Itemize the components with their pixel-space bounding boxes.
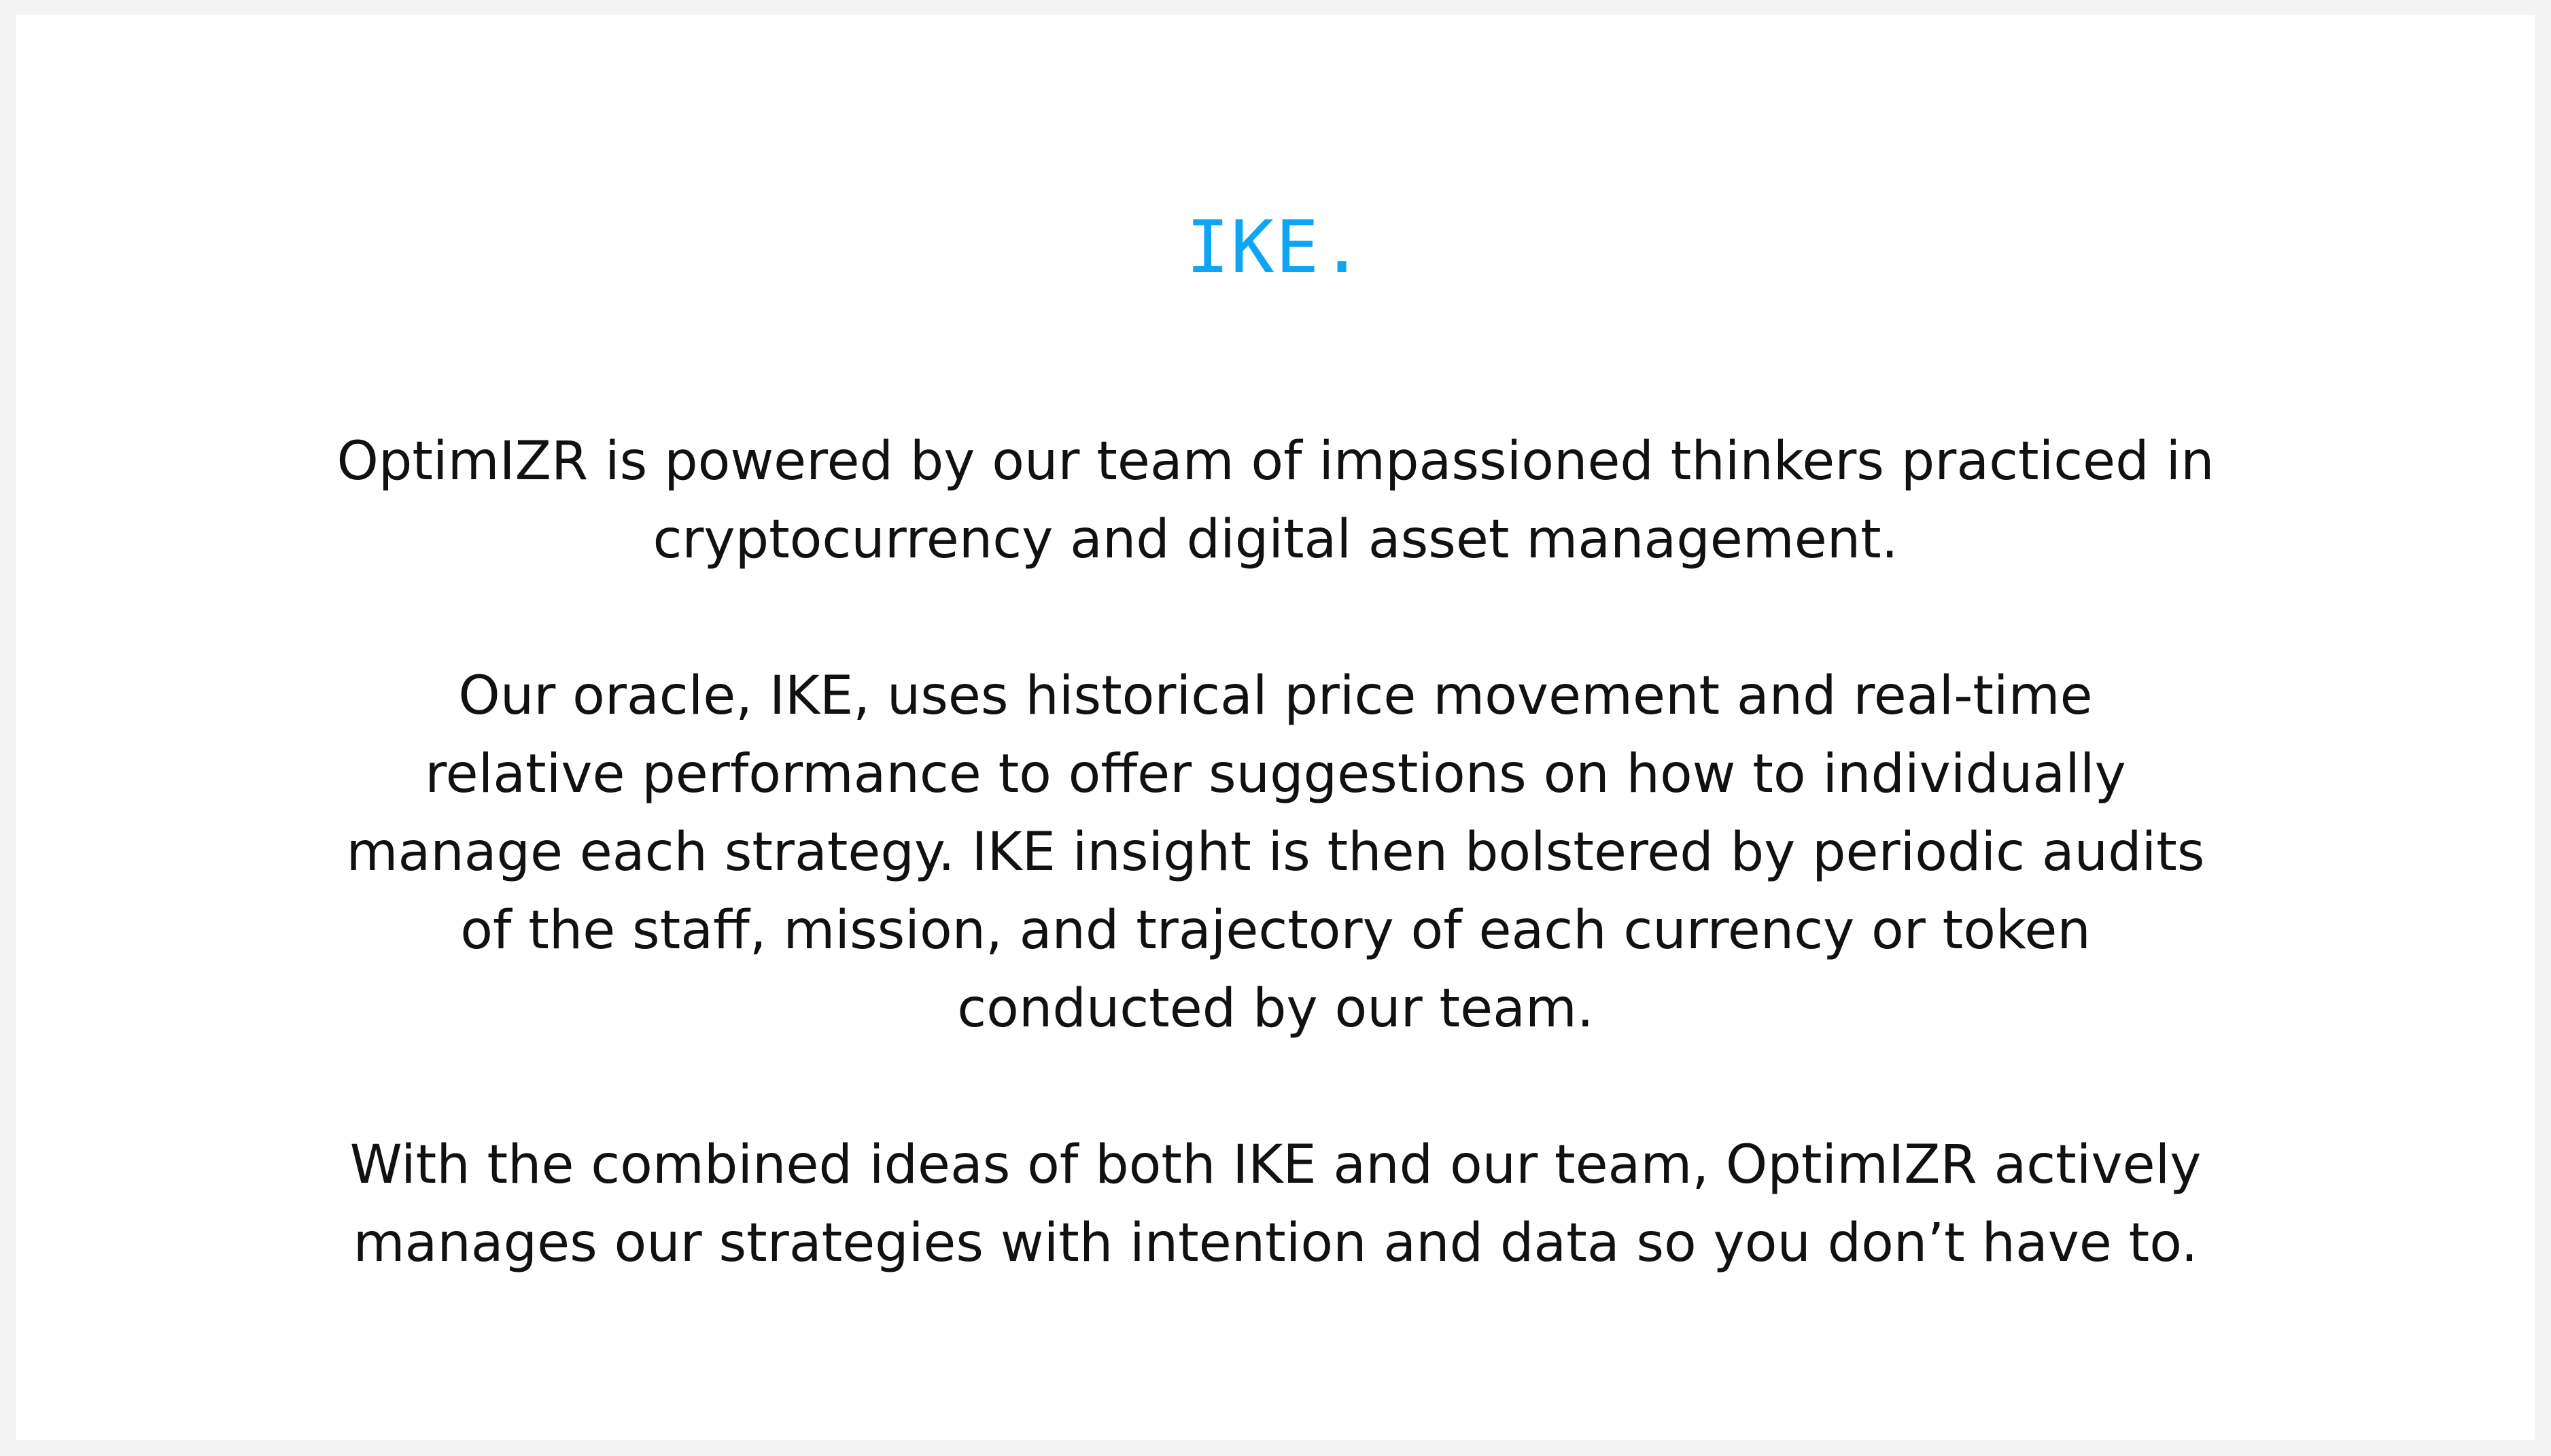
closing-paragraph: With the combined ideas of both IKE and … — [222, 1126, 2329, 1283]
oracle-line-1: Our oracle, IKE, uses historical price m… — [458, 665, 2093, 727]
oracle-line-4: of the staff, mission, and trajectory of… — [460, 900, 2091, 961]
intro-line-2: cryptocurrency and digital asset managem… — [653, 509, 1898, 570]
intro-paragraph: OptimIZR is powered by our team of impas… — [222, 423, 2329, 579]
ike-logo-text: IKE. — [1185, 205, 1366, 289]
closing-line-1: With the combined ideas of both IKE and … — [349, 1134, 2202, 1196]
oracle-line-2: relative performance to offer suggestion… — [425, 744, 2126, 805]
closing-line-2: manages our strategies with intention an… — [353, 1213, 2198, 1274]
oracle-paragraph: Our oracle, IKE, uses historical price m… — [222, 657, 2329, 1048]
intro-line-1: OptimIZR is powered by our team of impas… — [336, 431, 2215, 492]
about-text-block: OptimIZR is powered by our team of impas… — [16, 423, 2535, 1283]
content-card: IKE. OptimIZR is powered by our team of … — [16, 15, 2535, 1440]
oracle-line-5: conducted by our team. — [957, 978, 1594, 1039]
oracle-line-3: manage each strategy. IKE insight is the… — [346, 822, 2205, 883]
